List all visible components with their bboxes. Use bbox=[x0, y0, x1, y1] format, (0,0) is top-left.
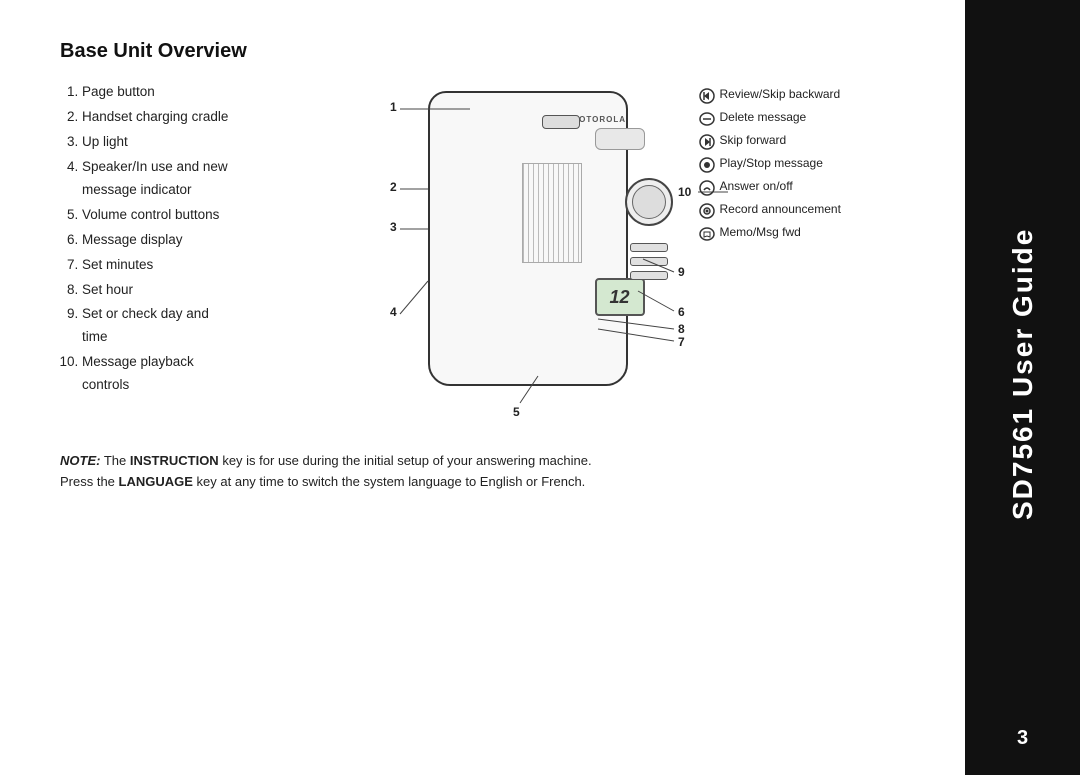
record-icon bbox=[698, 202, 716, 220]
page-button bbox=[542, 115, 580, 129]
note-text-3: Press the bbox=[60, 474, 119, 489]
page-title: Base Unit Overview bbox=[60, 40, 915, 63]
brand-logo: MOTOROLA bbox=[572, 115, 627, 124]
legend-text-record: Record announcement bbox=[720, 201, 841, 218]
svg-text:8: 8 bbox=[678, 322, 685, 336]
list-item-3: Up light bbox=[82, 131, 320, 154]
list-item-1: Page button bbox=[82, 81, 320, 104]
note-paragraph-2: Press the LANGUAGE key at any time to sw… bbox=[60, 472, 880, 493]
nav-circle-inner bbox=[632, 185, 666, 219]
legend-item-skip: Skip forward bbox=[698, 132, 883, 151]
list-item-6: Message display bbox=[82, 229, 320, 252]
play-stop-icon bbox=[698, 156, 716, 174]
main-content: Base Unit Overview Page button Handset c… bbox=[0, 0, 965, 775]
speaker-grille bbox=[522, 163, 582, 263]
note-text-4: key at any time to switch the system lan… bbox=[197, 474, 586, 489]
note-text-2: key is for use during the initial setup … bbox=[222, 453, 591, 468]
legend-item-play: Play/Stop message bbox=[698, 155, 883, 174]
legend-text-play: Play/Stop message bbox=[720, 155, 823, 172]
svg-text:5: 5 bbox=[513, 405, 520, 419]
sidebar-title: SD7561 User Guide bbox=[1007, 20, 1039, 727]
note-language-word: LANGUAGE bbox=[119, 474, 193, 489]
skip-back-icon bbox=[698, 87, 716, 105]
top-speaker bbox=[595, 128, 645, 150]
note-instruction-word: INSTRUCTION bbox=[130, 453, 219, 468]
device-body: MOTOROLA 12 bbox=[428, 91, 628, 386]
small-btn-3 bbox=[630, 271, 668, 280]
note-text-1: The bbox=[104, 453, 130, 468]
legend-text-answer: Answer on/off bbox=[720, 178, 793, 195]
legend-text-skip: Skip forward bbox=[720, 132, 787, 149]
note-section: NOTE: The INSTRUCTION key is for use dur… bbox=[60, 451, 880, 493]
two-column-layout: Page button Handset charging cradle Up l… bbox=[60, 81, 915, 421]
legend-text-delete: Delete message bbox=[720, 109, 807, 126]
small-btn-1 bbox=[630, 243, 668, 252]
numbered-list: Page button Handset charging cradle Up l… bbox=[60, 81, 320, 421]
legend-item-review: Review/Skip backward bbox=[698, 86, 883, 105]
list-item-2: Handset charging cradle bbox=[82, 106, 320, 129]
note-paragraph-1: NOTE: The INSTRUCTION key is for use dur… bbox=[60, 451, 880, 472]
right-legend: Review/Skip backward Delete message Skip… bbox=[698, 86, 883, 247]
svg-text:2: 2 bbox=[390, 180, 397, 194]
list-item-5: Volume control buttons bbox=[82, 204, 320, 227]
list-item-7: Set minutes bbox=[82, 254, 320, 277]
answer-icon bbox=[698, 179, 716, 197]
svg-text:6: 6 bbox=[678, 305, 685, 319]
legend-item-answer: Answer on/off bbox=[698, 178, 883, 197]
svg-text:3: 3 bbox=[390, 220, 397, 234]
delete-icon bbox=[698, 110, 716, 128]
legend-item-delete: Delete message bbox=[698, 109, 883, 128]
legend-text-memo: Memo/Msg fwd bbox=[720, 224, 801, 241]
skip-fwd-icon bbox=[698, 133, 716, 151]
device-diagram: MOTOROLA 12 bbox=[358, 81, 878, 421]
list-item-9: Set or check day andtime bbox=[82, 303, 320, 349]
svg-text:9: 9 bbox=[678, 265, 685, 279]
list-item-4: Speaker/In use and newmessage indicator bbox=[82, 156, 320, 202]
legend-text-review: Review/Skip backward bbox=[720, 86, 841, 103]
device-display: 12 bbox=[595, 278, 645, 316]
legend-item-memo: Memo/Msg fwd bbox=[698, 224, 883, 243]
svg-text:4: 4 bbox=[390, 305, 397, 319]
note-bold-italic: NOTE: bbox=[60, 453, 100, 468]
small-btn-2 bbox=[630, 257, 668, 266]
list-item-10: Message playbackcontrols bbox=[82, 351, 320, 397]
sidebar-title-text: SD7561 User Guide bbox=[1007, 227, 1039, 519]
memo-icon bbox=[698, 225, 716, 243]
svg-text:1: 1 bbox=[390, 100, 397, 114]
svg-text:10: 10 bbox=[678, 185, 692, 199]
svg-text:7: 7 bbox=[678, 335, 685, 349]
legend-item-record: Record announcement bbox=[698, 201, 883, 220]
right-sidebar: SD7561 User Guide 3 bbox=[965, 0, 1080, 775]
small-buttons bbox=[630, 243, 668, 280]
diagram-area: MOTOROLA 12 bbox=[320, 81, 915, 421]
page-number: 3 bbox=[1017, 727, 1028, 750]
list-item-8: Set hour bbox=[82, 279, 320, 302]
